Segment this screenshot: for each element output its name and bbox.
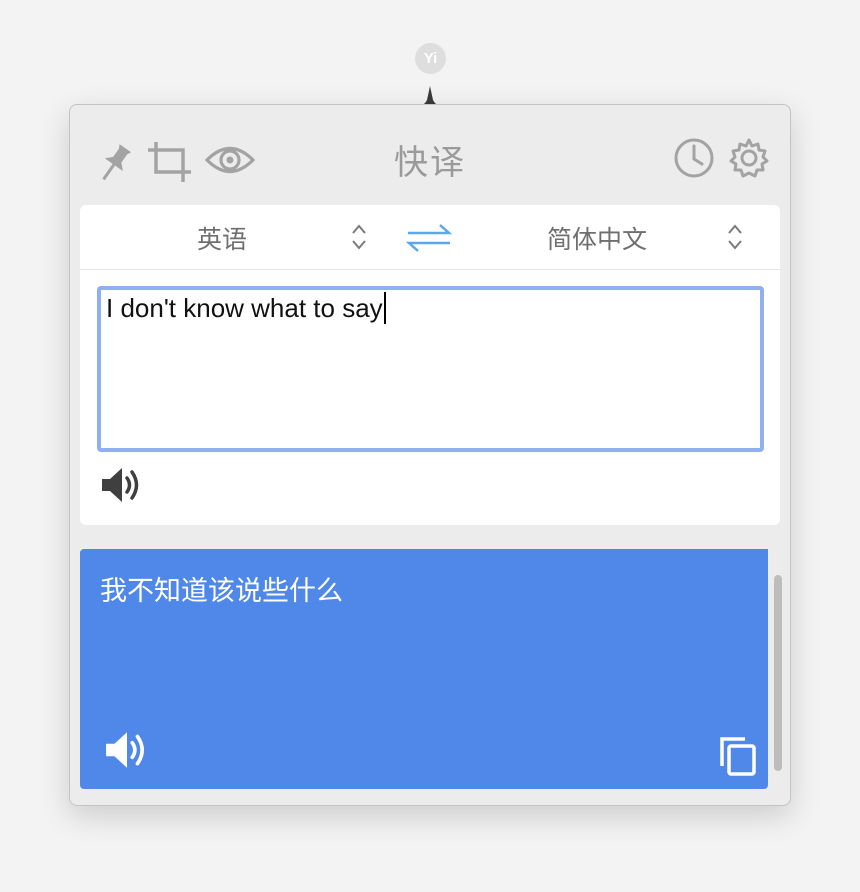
copy-icon[interactable] [718,735,758,777]
gear-icon[interactable] [728,137,770,179]
target-language-stepper-icon[interactable] [726,223,744,251]
source-text-input[interactable]: I don't know what to say [97,286,764,452]
result-card: 我不知道该说些什么 [80,549,768,789]
result-scrollbar[interactable] [774,575,782,771]
input-card: 英语 简体中文 I don't know what to say [80,205,780,525]
translator-panel: 快译 英语 简体中文 I don't know what to say 我不知道… [69,104,791,806]
source-language-stepper-icon[interactable] [350,223,368,251]
eye-icon[interactable] [205,143,255,177]
window-title: 快译 [394,143,466,183]
result-speaker-icon[interactable] [104,729,150,771]
source-speaker-icon[interactable] [100,465,144,505]
target-language-select[interactable]: 简体中文 [547,220,647,256]
text-caret [383,292,386,324]
translation-result-text: 我不知道该说些什么 [100,576,343,607]
source-text-value: I don't know what to say [106,293,383,323]
history-clock-icon[interactable] [673,137,715,179]
crop-icon[interactable] [147,141,193,183]
language-selector-row: 英语 简体中文 [80,205,780,270]
pin-icon[interactable] [96,141,134,185]
swap-arrows-icon[interactable] [406,222,452,254]
source-language-select[interactable]: 英语 [197,220,247,256]
yi-app-icon[interactable]: Yi [415,43,446,74]
